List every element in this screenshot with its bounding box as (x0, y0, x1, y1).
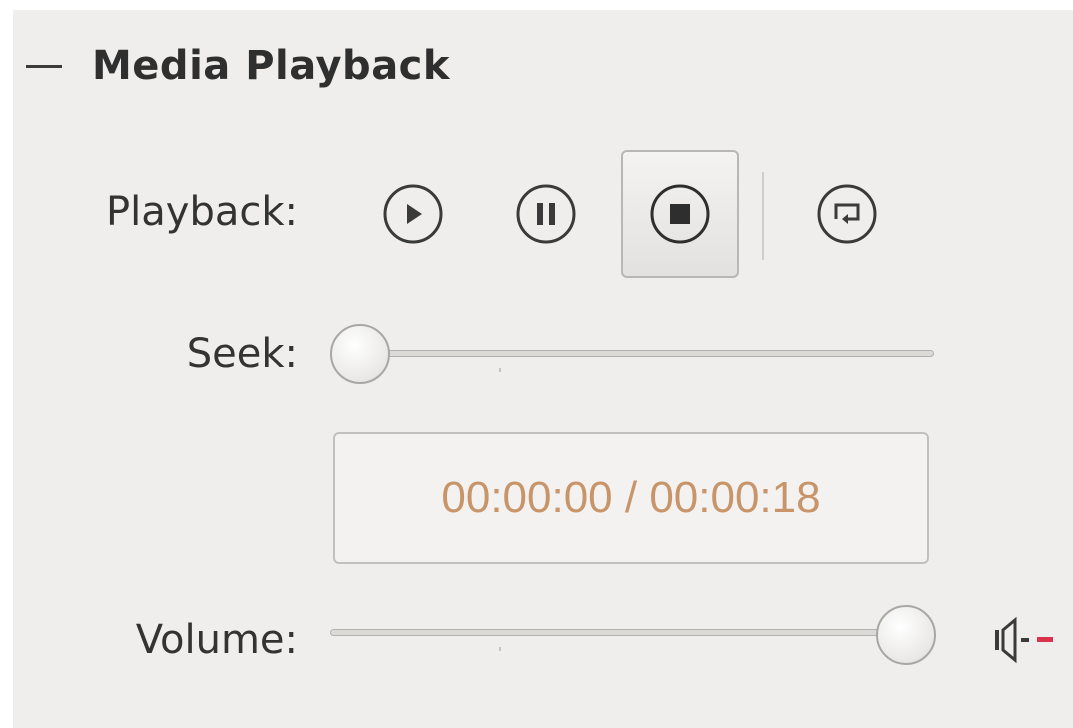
stop-button[interactable] (621, 150, 739, 278)
seek-tick (499, 368, 501, 372)
volume-label: Volume: (135, 617, 298, 663)
minus-icon[interactable] (26, 64, 62, 68)
pause-button[interactable] (487, 150, 605, 278)
pause-icon (516, 184, 576, 244)
speaker-muted-icon[interactable] (993, 608, 1063, 672)
seek-label: Seek: (186, 331, 298, 377)
seek-slider-track[interactable] (358, 350, 934, 357)
seek-slider-handle[interactable] (330, 324, 390, 384)
section-header[interactable]: Media Playback (26, 36, 450, 96)
toolbar-separator (762, 172, 764, 260)
stop-icon (650, 184, 710, 244)
loop-button[interactable] (788, 150, 906, 278)
volume-slider-handle[interactable] (876, 605, 936, 665)
section-title: Media Playback (92, 43, 450, 89)
time-text: 00:00:00 / 00:00:18 (441, 473, 821, 522)
loop-icon (817, 184, 877, 244)
time-display: 00:00:00 / 00:00:18 (333, 432, 929, 564)
playback-label: Playback: (106, 189, 298, 235)
volume-slider-track[interactable] (330, 629, 908, 636)
volume-tick (499, 647, 501, 651)
play-button[interactable] (354, 150, 472, 278)
play-icon (383, 184, 443, 244)
